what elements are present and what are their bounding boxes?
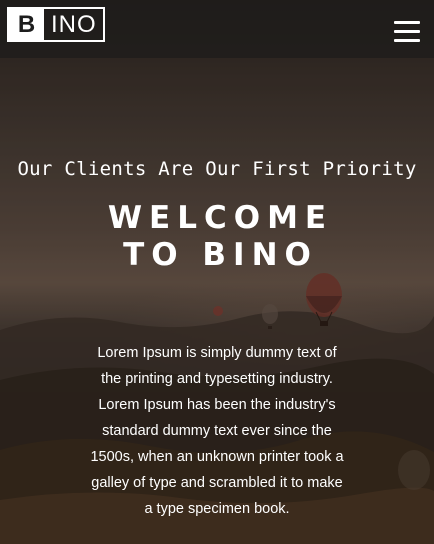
brand-logo[interactable]: B INO: [7, 7, 105, 42]
headline-line-1: WELCOME: [107, 200, 334, 236]
logo-text: INO: [51, 10, 97, 38]
menu-bar: [394, 39, 420, 42]
hamburger-menu-icon[interactable]: [394, 21, 420, 45]
hero-description: Lorem Ipsum is simply dummy text of the …: [90, 345, 344, 517]
headline-line-2: TO BINO: [123, 237, 318, 273]
page: B INO Our Clients Are Our First Priority…: [0, 0, 434, 544]
menu-bar: [394, 30, 420, 33]
logo-letter: B: [9, 9, 44, 40]
hero-headline: WELCOME TO BINO: [0, 200, 434, 274]
menu-bar: [394, 21, 420, 24]
hero-tagline: Our Clients Are Our First Priority: [17, 158, 417, 180]
top-navbar: B INO: [0, 0, 434, 58]
